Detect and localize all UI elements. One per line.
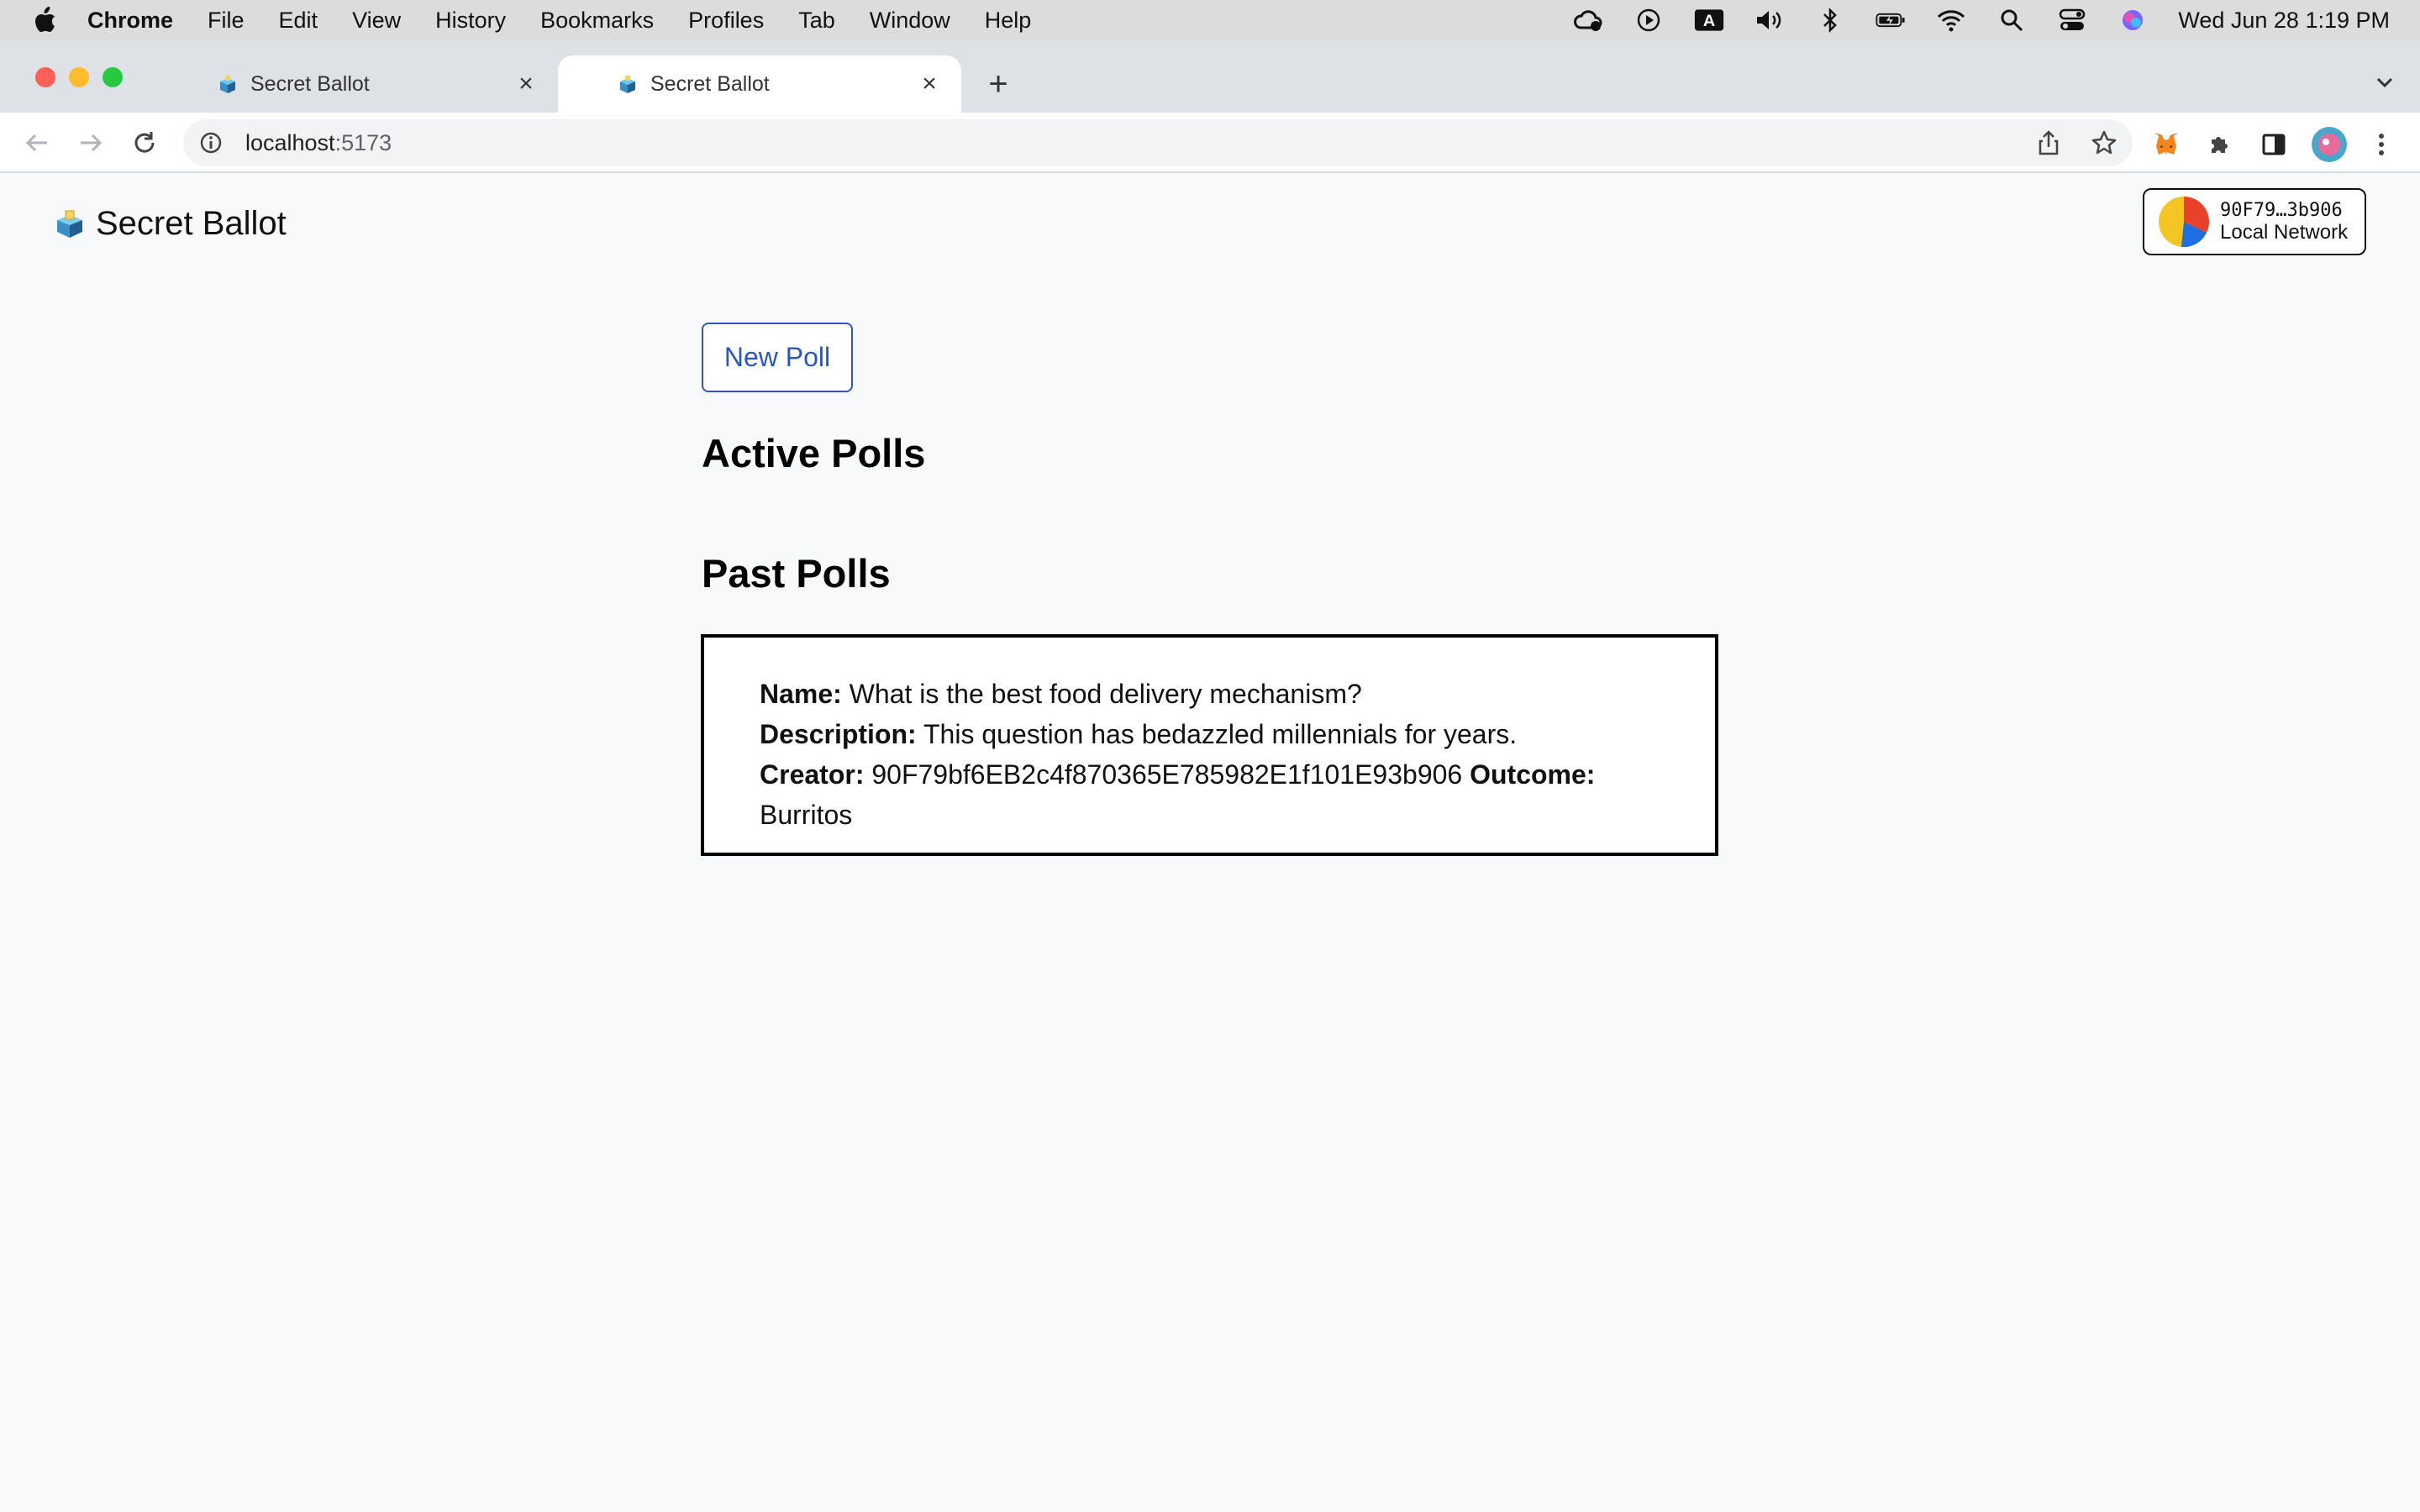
wallet-address: 90F79…3b906 <box>2220 200 2343 221</box>
poll-name-row: Name: What is the best food delivery mec… <box>760 674 1661 714</box>
tab-close-icon[interactable]: × <box>513 70 539 97</box>
poll-outcome: Burritos <box>760 800 853 830</box>
app-logo[interactable]: Secret Ballot <box>54 205 287 243</box>
wallet-account-button[interactable]: 90F79…3b906 Local Network <box>2143 188 2366 255</box>
siri-icon[interactable] <box>2118 8 2148 33</box>
ballot-box-icon <box>54 208 86 240</box>
site-info-icon[interactable] <box>198 130 224 155</box>
wifi-icon[interactable] <box>1936 8 1966 33</box>
url-host: localhost <box>245 129 335 155</box>
browser-menu-kebab-icon[interactable] <box>2366 129 2396 160</box>
poll-description-label: Description: <box>760 719 917 749</box>
poll-description-row: Description: This question has bedazzled… <box>760 714 1661 754</box>
poll-creator-label: Creator: <box>760 759 865 790</box>
address-bar[interactable]: localhost:5173 <box>183 119 2133 166</box>
menu-profiles[interactable]: Profiles <box>688 8 764 34</box>
menu-chrome[interactable]: Chrome <box>87 8 173 34</box>
window-zoom-button[interactable] <box>103 67 123 87</box>
poll-creator-outcome-row: Creator: 90F79bf6EB2c4f870365E785982E1f1… <box>760 754 1661 835</box>
wallet-network: Local Network <box>2220 221 2349 244</box>
share-icon[interactable] <box>2033 128 2064 158</box>
url-port: :5173 <box>334 129 392 155</box>
control-center-icon[interactable] <box>2057 8 2087 33</box>
forward-arrow-icon[interactable] <box>74 126 108 160</box>
browser-tab-2[interactable]: Secret Ballot × <box>558 55 961 113</box>
reload-icon[interactable] <box>128 126 161 160</box>
browser-tab-1[interactable]: Secret Ballot × <box>198 55 558 113</box>
new-poll-button[interactable]: New Poll <box>702 323 853 392</box>
poll-name-label: Name: <box>760 679 842 709</box>
menubar-clock[interactable]: Wed Jun 28 1:19 PM <box>2178 8 2390 34</box>
poll-name: What is the best food delivery mechanism… <box>849 679 1362 709</box>
menu-edit[interactable]: Edit <box>279 8 318 34</box>
macos-menu-bar: Chrome File Edit View History Bookmarks … <box>0 0 2420 40</box>
tab-close-icon[interactable]: × <box>916 70 943 97</box>
bookmark-star-icon[interactable] <box>2089 128 2119 158</box>
poll-outcome-label: Outcome: <box>1470 759 1596 790</box>
window-minimize-button[interactable] <box>69 67 89 87</box>
ballot-box-favicon-icon <box>217 73 239 95</box>
app-title: Secret Ballot <box>96 205 287 242</box>
extension-area <box>2151 126 2396 163</box>
menu-history[interactable]: History <box>435 8 506 34</box>
metamask-fox-icon[interactable] <box>2151 129 2181 160</box>
volume-icon[interactable] <box>1754 8 1785 33</box>
apple-logo-icon[interactable] <box>32 6 57 34</box>
spotlight-search-icon[interactable] <box>1996 8 2027 33</box>
input-source-a-icon[interactable]: A <box>1694 8 1724 33</box>
window-close-button[interactable] <box>35 67 55 87</box>
menu-tab[interactable]: Tab <box>798 8 835 34</box>
back-arrow-icon[interactable] <box>20 126 54 160</box>
menu-window[interactable]: Window <box>870 8 950 34</box>
poll-description: This question has bedazzled millennials … <box>923 719 1518 749</box>
extensions-puzzle-icon[interactable] <box>2205 129 2235 160</box>
svg-text:A: A <box>1703 12 1715 30</box>
play-icon[interactable] <box>1634 8 1664 33</box>
menu-file[interactable]: File <box>208 8 245 34</box>
active-polls-heading: Active Polls <box>702 431 926 475</box>
poll-creator: 90F79bf6EB2c4f870365E785982E1f101E93b906 <box>871 759 1463 790</box>
past-poll-card[interactable]: Name: What is the best food delivery mec… <box>701 634 1718 856</box>
menu-bookmarks[interactable]: Bookmarks <box>540 8 654 34</box>
account-identicon-icon <box>2158 196 2210 248</box>
tab-search-chevron-down-icon[interactable] <box>2371 69 2398 96</box>
profile-avatar[interactable] <box>2311 126 2348 163</box>
tab-title: Secret Ballot <box>250 71 370 96</box>
new-tab-plus-icon[interactable]: + <box>983 66 1013 102</box>
ballot-box-favicon-icon <box>617 73 639 95</box>
menu-view[interactable]: View <box>352 8 401 34</box>
past-polls-heading: Past Polls <box>702 551 891 596</box>
battery-icon[interactable] <box>1876 8 1906 33</box>
bluetooth-icon[interactable] <box>1815 8 1845 33</box>
tab-title: Secret Ballot <box>650 71 770 96</box>
creative-cloud-icon[interactable] <box>1573 8 1603 33</box>
menu-help[interactable]: Help <box>985 8 1032 34</box>
side-panel-icon[interactable] <box>2259 129 2289 160</box>
